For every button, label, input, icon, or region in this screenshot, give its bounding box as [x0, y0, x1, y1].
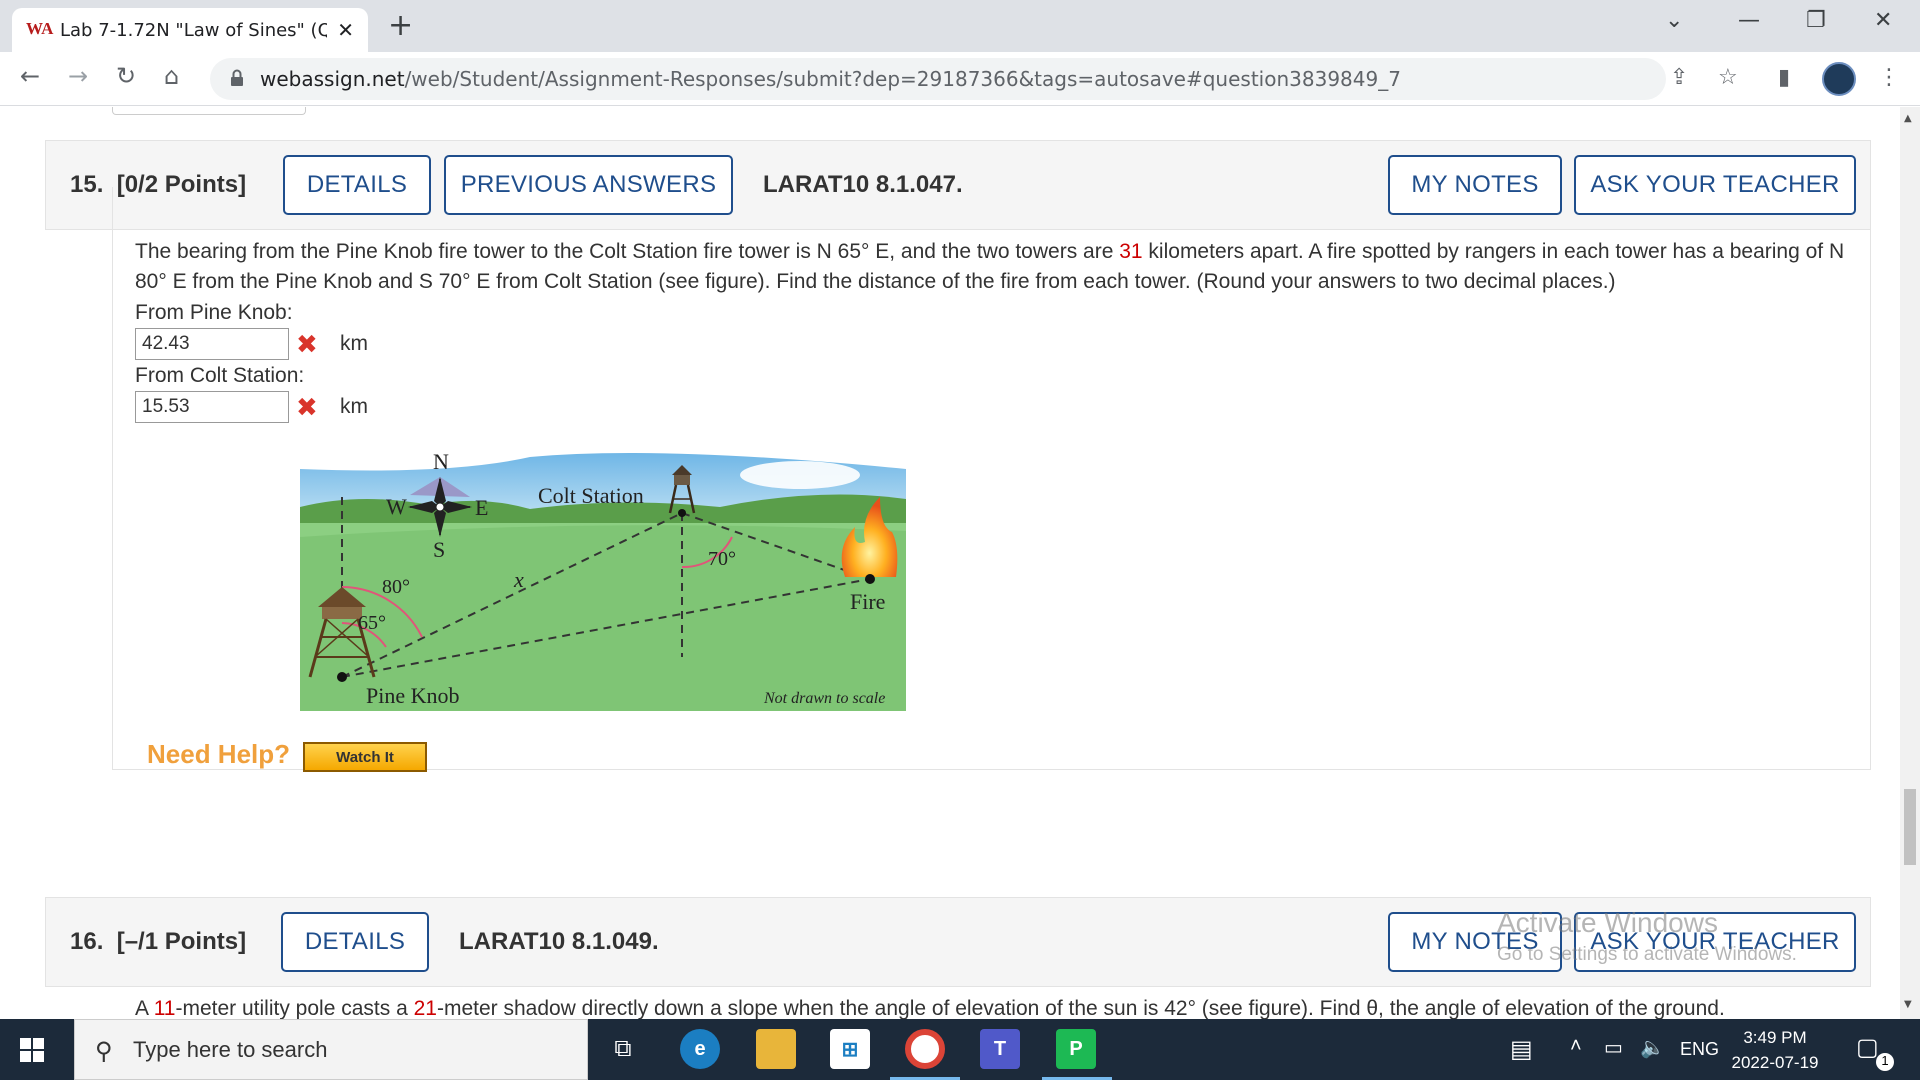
show-hidden-icons-icon[interactable]: ˄	[1570, 1035, 1582, 1058]
clock-time: 3:49 PM	[1743, 1028, 1807, 1047]
menu-kebab-icon[interactable]: ⋮	[1878, 65, 1900, 90]
address-bar[interactable]: webassign.net/web/Student/Assignment-Res…	[210, 58, 1666, 100]
task-view-icon[interactable]: ⧉	[603, 1029, 643, 1069]
x-label: x	[513, 567, 524, 592]
page-content: 15. [0/2 Points] DETAILS PREVIOUS ANSWER…	[0, 107, 1900, 1019]
question-16-code: LARAT10 8.1.049.	[459, 928, 659, 955]
unit-km: km	[340, 332, 368, 355]
question-16-number: 16. [–/1 Points]	[70, 928, 247, 955]
angle-70-label: 70°	[708, 548, 736, 570]
label-from-colt-station: From Colt Station:	[135, 364, 305, 387]
back-icon[interactable]: ←	[20, 62, 40, 90]
answer-colt-station-input[interactable]	[135, 391, 289, 423]
shadow-length-value: 21	[413, 997, 437, 1019]
question-15-text: The bearing from the Pine Knob fire towe…	[135, 240, 1845, 293]
search-icon: ⚲	[95, 1038, 113, 1065]
page-scrollbar[interactable]: ▲ ▼	[1900, 107, 1920, 1019]
answer-pine-knob-input[interactable]	[135, 328, 289, 360]
incorrect-x-icon: ✖	[296, 330, 318, 360]
fire-label: Fire	[850, 589, 885, 614]
compass-e-label: E	[475, 495, 488, 520]
reload-icon[interactable]: ↻	[116, 62, 136, 90]
scroll-down-icon[interactable]: ▼	[1904, 999, 1912, 1010]
unit-km: km	[340, 395, 368, 418]
incorrect-x-icon: ✖	[296, 393, 318, 423]
volume-icon[interactable]: 🔈	[1640, 1035, 1665, 1060]
chat-app-icon[interactable]: P	[1056, 1029, 1096, 1069]
edge-icon[interactable]: e	[680, 1029, 720, 1069]
activate-windows-watermark: Activate Windows	[1497, 907, 1718, 938]
compass-n-label: N	[433, 449, 449, 474]
compass-s-label: S	[433, 537, 445, 562]
url-text: webassign.net/web/Student/Assignment-Res…	[260, 67, 1401, 91]
browser-tab[interactable]: WA Lab 7-1.72N "Law of Sines" (Q17) ✕	[12, 8, 368, 52]
teams-icon[interactable]: T	[980, 1029, 1020, 1069]
search-placeholder: Type here to search	[133, 1036, 328, 1062]
tab-title: Lab 7-1.72N "Law of Sines" (Q17)	[60, 19, 328, 41]
home-icon[interactable]: ⌂	[164, 62, 179, 90]
question-16-text: A 11-meter utility pole casts a 21-meter…	[135, 997, 1725, 1019]
share-icon[interactable]: ⇪	[1670, 65, 1688, 90]
details-button[interactable]: DETAILS	[281, 912, 429, 972]
angle-65-label: 65°	[358, 612, 386, 634]
clock-date: 2022-07-19	[1731, 1053, 1819, 1072]
language-indicator[interactable]: ENG	[1680, 1039, 1719, 1060]
chrome-icon[interactable]	[905, 1029, 945, 1069]
need-help-label: Need Help?	[147, 739, 291, 769]
label-from-pine-knob: From Pine Knob:	[135, 301, 293, 324]
taskbar-search-box[interactable]: ⚲ Type here to search	[74, 1019, 588, 1080]
pole-height-value: 11	[153, 997, 176, 1019]
new-tab-icon[interactable]: +	[388, 8, 413, 43]
compass-w-label: W	[386, 494, 407, 519]
angle-80-label: 80°	[382, 576, 410, 598]
colt-station-label: Colt Station	[538, 483, 644, 508]
tab-search-chevron-icon[interactable]: ⌄	[1665, 8, 1683, 33]
tab-strip: WA Lab 7-1.72N "Law of Sines" (Q17) ✕ + …	[0, 0, 1920, 52]
restore-icon[interactable]: ❐	[1806, 8, 1826, 33]
pine-knob-label: Pine Knob	[366, 683, 460, 708]
news-widget-icon[interactable]: ▤	[1510, 1035, 1533, 1064]
distance-value: 31	[1119, 240, 1143, 263]
forward-icon[interactable]: →	[68, 62, 88, 90]
taskbar-clock[interactable]: 3:49 PM 2022-07-19	[1720, 1025, 1830, 1075]
previous-question-box-edge	[112, 107, 306, 115]
minimize-icon[interactable]: —	[1738, 8, 1760, 33]
file-explorer-icon[interactable]	[756, 1029, 796, 1069]
windows-start-icon[interactable]	[20, 1038, 44, 1062]
watch-it-button[interactable]: Watch It	[303, 742, 427, 772]
scroll-up-icon[interactable]: ▲	[1904, 113, 1912, 124]
windows-taskbar: ⚲ Type here to search ⧉ e ⊞ T P ▤ ˄ ▭ 🔈 …	[0, 1019, 1920, 1080]
question-16-points: [–/1 Points]	[116, 928, 247, 955]
bookmark-star-icon[interactable]: ☆	[1718, 65, 1738, 90]
url-domain: webassign.net	[260, 67, 405, 91]
side-panel-icon[interactable]: ▮	[1778, 65, 1790, 90]
not-to-scale-label: Not drawn to scale	[763, 690, 885, 707]
microsoft-store-icon[interactable]: ⊞	[830, 1029, 870, 1069]
browser-toolbar: ← → ↻ ⌂ webassign.net/web/Student/Assign…	[0, 52, 1920, 106]
fire-tower-figure: N W E S Colt Station 70° 80° 65° x Fire …	[300, 449, 906, 711]
activate-windows-subtext: Go to Settings to activate Windows.	[1497, 944, 1797, 965]
network-icon[interactable]: ▭	[1604, 1035, 1623, 1060]
notification-count-badge: 1	[1876, 1053, 1894, 1071]
url-path: /web/Student/Assignment-Responses/submit…	[404, 67, 1401, 91]
window-close-icon[interactable]: ✕	[1874, 8, 1892, 33]
webassign-favicon-icon: WA	[26, 19, 54, 38]
profile-avatar[interactable]	[1822, 62, 1856, 96]
notifications-icon[interactable]: ▢	[1856, 1033, 1879, 1062]
scroll-thumb[interactable]	[1904, 789, 1916, 865]
close-tab-icon[interactable]: ✕	[337, 18, 354, 42]
lock-icon	[231, 69, 243, 86]
